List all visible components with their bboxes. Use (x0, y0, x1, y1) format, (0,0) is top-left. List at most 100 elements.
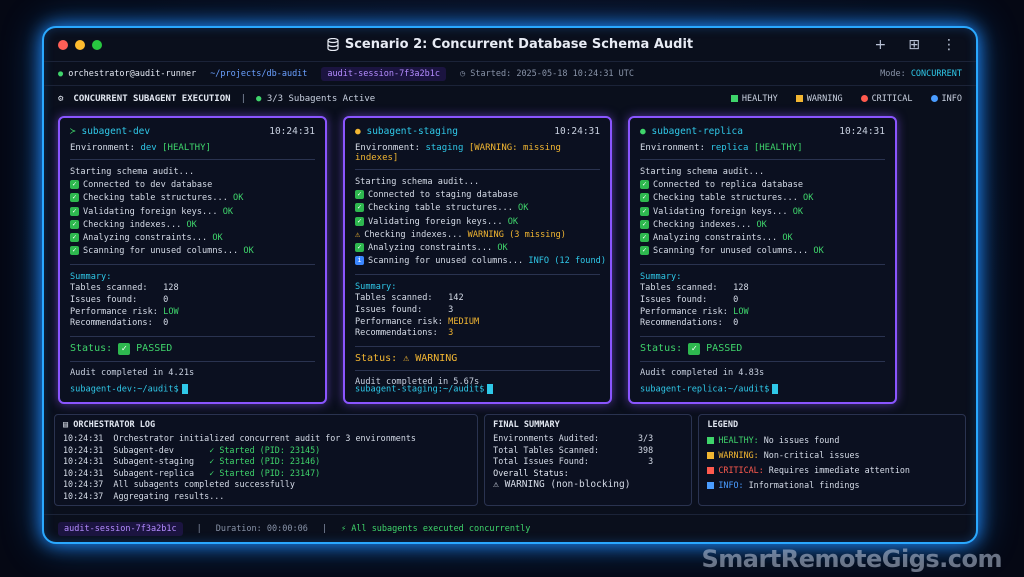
audit-step-line: ✓ Checking indexes... OK (640, 219, 885, 232)
log-rows: 10:24:31 Orchestrator initialized concur… (63, 433, 469, 503)
warning-square-icon (707, 452, 715, 459)
audit-start-line: Starting schema audit... (70, 167, 195, 177)
audit-step-line: ✓ Scanning for unused columns... OK (640, 245, 885, 258)
check-icon: ✓ (688, 342, 701, 355)
legend-desc: Informational findings (748, 480, 860, 490)
legend-row: INFO: Informational findings (707, 478, 957, 493)
status-value: WARNING (415, 352, 458, 364)
recs-value: 0 (733, 318, 739, 329)
minimize-window-button[interactable] (75, 39, 85, 50)
summary-key: Total Issues Found: (493, 456, 589, 467)
check-icon: ✓ (70, 219, 79, 229)
step-result: OK (497, 243, 508, 254)
critical-dot-icon (860, 95, 868, 102)
check-icon: ✓ (355, 190, 364, 200)
step-result: INFO (12 found) (528, 256, 606, 267)
overall-status-label: Overall Status: (493, 467, 569, 478)
environment-line: Environment: dev [HEALTHY] (70, 143, 315, 153)
check-icon: ✓ (355, 203, 364, 213)
audit-steps: Starting schema audit... ✓ Connected to st… (355, 176, 606, 268)
audit-step-line: ✓ Checking table structures... OK (355, 202, 600, 215)
legend-key: HEALTHY: (718, 435, 764, 445)
divider: | (321, 523, 327, 534)
status-line: Status: ✓ PASSED (640, 342, 885, 355)
shell-prompt[interactable]: subagent-replica:~/audit$ (640, 383, 779, 394)
log-row: 10:24:37 All subagents completed success… (63, 479, 469, 491)
summary-row: Total Issues Found: 3 (493, 456, 653, 468)
status-value: PASSED (706, 343, 743, 355)
title-actions: + ⊞ ⋮ (875, 37, 956, 53)
check-icon: ✓ (640, 233, 649, 243)
audit-step-line: ✓ Checking indexes... OK (70, 219, 315, 232)
step-result: OK (212, 233, 223, 244)
step-result: WARNING (3 missing) (467, 229, 566, 240)
audit-steps: Starting schema audit... ✓ Connected to de… (70, 166, 315, 258)
step-text: Connected to staging database (368, 190, 519, 201)
recs-value: 3 (448, 328, 454, 339)
completion-time: Audit completed in 4.83s (640, 367, 765, 378)
env-label: Environment: (640, 143, 706, 153)
window-title-wrap: Scenario 2: Concurrent Database Schema A… (44, 37, 976, 52)
info-icon: i (355, 256, 364, 266)
divider (355, 345, 600, 347)
subagent-panel-replica[interactable]: ● subagent-replica 10:24:31 Environment:… (628, 116, 897, 404)
warning-triangle-icon: ⚠ (355, 229, 361, 240)
check-icon: ✓ (70, 180, 79, 190)
panel-title: ● subagent-staging (355, 126, 458, 137)
step-result: OK (782, 233, 793, 244)
log-time: 10:24:31 (63, 433, 114, 443)
legend-inline-critical: CRITICAL (860, 94, 913, 104)
duration: Duration: 00:00:06 (215, 523, 308, 534)
shell-prompt[interactable]: subagent-staging:~/audit$ (355, 383, 494, 394)
step-text: Validating foreign keys... (83, 206, 223, 217)
log-title-text: ORCHESTRATOR LOG (73, 420, 156, 430)
subagent-panel-dev[interactable]: ≻ subagent-dev 10:24:31 Environment: dev… (58, 116, 327, 404)
log-status: ✓ Started (PID: 23146) (209, 456, 321, 467)
legend-key: WARNING: (718, 450, 764, 460)
footer-note-text: All subagents executed concurrently (351, 523, 531, 534)
recommendations: Recommendations: 0 (70, 318, 315, 330)
step-result: OK (507, 216, 519, 227)
audit-step-line: ✓ Validating foreign keys... OK (640, 206, 885, 219)
shell-prompt[interactable]: subagent-dev:~/audit$ (70, 383, 188, 394)
step-text: Checking table structures... (83, 193, 234, 204)
maximize-window-button[interactable] (92, 39, 102, 50)
cursor (772, 383, 779, 394)
recommendations: Recommendations: 3 (355, 328, 600, 340)
step-result: OK (813, 246, 824, 257)
split-view-button[interactable]: ⊞ (908, 37, 920, 53)
performance-risk: Performance risk: LOW (640, 307, 885, 319)
mode-indicator: Mode: CONCURRENT (880, 69, 962, 79)
env-name: dev (140, 143, 157, 153)
more-options-button[interactable]: ⋮ (942, 37, 956, 53)
audit-start-line: Starting schema audit... (355, 177, 480, 187)
healthy-dot-icon: ● (640, 126, 646, 137)
summary-label: Summary: (70, 272, 112, 283)
audit-step-line: ✓ Scanning for unused columns... OK (70, 245, 315, 258)
subagent-panel-staging[interactable]: ● subagent-staging 10:24:31 Environment:… (343, 116, 612, 404)
step-text: Analyzing constraints... (83, 233, 213, 244)
log-row: 10:24:31 Subagent-dev ✓ Started (PID: 23… (63, 445, 469, 457)
panel-title: ≻ subagent-dev (70, 126, 150, 137)
warning-square-icon (795, 95, 803, 102)
summary-key: Environments Audited: (493, 433, 600, 443)
check-icon: ✓ (355, 243, 364, 253)
env-status: [HEALTHY] (753, 143, 803, 153)
log-time: 10:24:37 (63, 479, 114, 490)
session-badge: audit-session-7f3a2b1c (321, 66, 447, 81)
legend-inline-label: HEALTHY (741, 94, 778, 104)
audit-step-line: ✓ Analyzing constraints... OK (640, 232, 885, 245)
mode-value: CONCURRENT (910, 68, 962, 79)
log-time: 10:24:37 (63, 490, 114, 501)
divider (70, 159, 315, 160)
audit-step-line: ✓ Checking table structures... OK (70, 192, 315, 205)
log-message: All subagents completed successfully (113, 479, 295, 490)
recommendations: Recommendations: 0 (640, 318, 885, 330)
step-text: Checking table structures... (653, 193, 804, 204)
orchestrator-log[interactable]: ▤ ORCHESTRATOR LOG 10:24:31 Orchestrator… (54, 414, 479, 506)
close-window-button[interactable] (58, 39, 68, 50)
lightning-icon: ⚡ (340, 523, 347, 534)
new-tab-button[interactable]: + (875, 37, 887, 53)
divider (640, 360, 885, 362)
audit-step-line: i Scanning for unused columns... INFO (12… (355, 255, 606, 268)
